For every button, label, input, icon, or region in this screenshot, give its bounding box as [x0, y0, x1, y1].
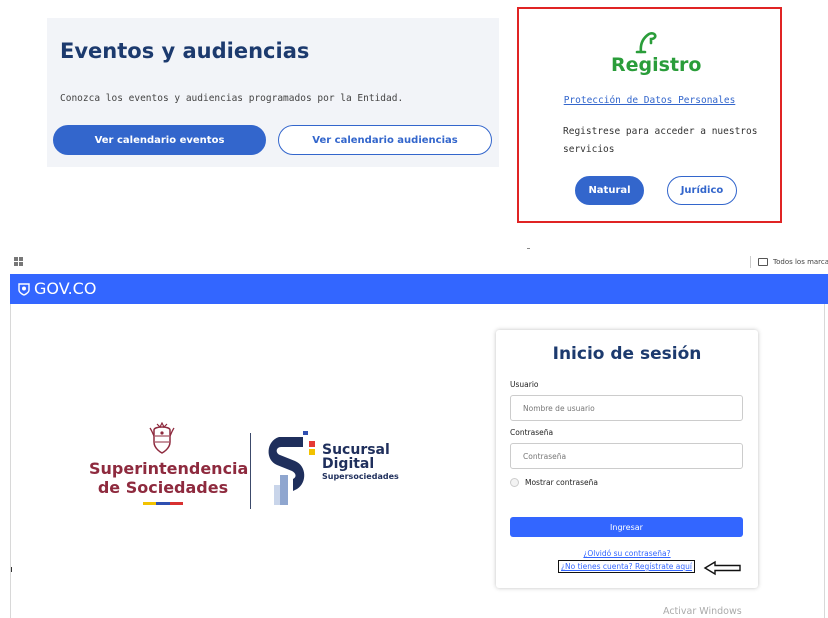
juridico-button[interactable]: Jurídico [667, 176, 737, 205]
apps-grid-icon[interactable] [14, 257, 23, 266]
supersociedades-logo: Superintendencia de Sociedades [89, 422, 249, 512]
edge-mark [11, 567, 12, 572]
view-events-calendar-button[interactable]: Ver calendario eventos [53, 125, 266, 155]
divider-dot [527, 248, 530, 249]
show-password-label: Mostrar contraseña [525, 478, 599, 487]
all-bookmarks-label: Todos los marcadores [773, 258, 828, 266]
view-hearings-calendar-button[interactable]: Ver calendario audiencias [278, 125, 492, 155]
username-label: Usuario [510, 380, 539, 389]
show-password-toggle[interactable]: Mostrar contraseña [510, 478, 598, 487]
register-link[interactable]: ¿No tienes cuenta? Regístrate aquí [558, 560, 696, 573]
registro-text: Registrese para acceder a nuestros servi… [563, 126, 758, 155]
pointer-arrow-icon [703, 560, 741, 576]
gov-label: GOV.CO [34, 279, 97, 298]
gov-header-bar: GOV.CO [10, 274, 828, 304]
bookmarks-separator [750, 256, 751, 268]
password-input[interactable] [510, 443, 743, 469]
browser-screenshot: Todos los marcadores GOV.CO [10, 250, 828, 618]
events-description: Conozca los eventos y audiencias program… [60, 93, 404, 104]
bookmarks-bar: Todos los marcadores [10, 250, 828, 274]
registro-panel: Registro Protección de Datos Personales … [517, 7, 782, 223]
windows-activation-watermark: Activar Windows [663, 606, 742, 617]
events-title: Eventos y audiencias [60, 39, 310, 63]
all-bookmarks-button[interactable]: Todos los marcadores [758, 255, 828, 269]
sucursal-digital-logo: Sucursal Digital Supersociedades [263, 431, 423, 511]
coat-of-arms-icon [149, 422, 175, 454]
natural-button[interactable]: Natural [575, 176, 644, 205]
login-title: Inicio de sesión [552, 344, 702, 364]
supersociedades-line1: Superintendencia [89, 459, 249, 478]
show-password-checkbox[interactable] [510, 478, 519, 487]
supersociedades-line2: de Sociedades [97, 478, 229, 497]
sucursal-s-icon [268, 431, 315, 505]
gov-logo[interactable]: GOV.CO [17, 279, 96, 298]
login-submit-button[interactable]: Ingresar [510, 517, 743, 537]
logo-divider [250, 433, 251, 509]
folder-icon [758, 258, 768, 266]
right-border [824, 304, 825, 618]
privacy-link[interactable]: Protección de Datos Personales [519, 95, 780, 106]
username-input[interactable] [510, 395, 743, 421]
events-panel: Eventos y audiencias Conozca los eventos… [47, 18, 499, 167]
registro-logo: Registro [611, 30, 702, 82]
forgot-password-link[interactable]: ¿Olvidó su contraseña? [496, 549, 758, 558]
gov-shield-icon [18, 282, 30, 296]
password-label: Contraseña [510, 428, 554, 437]
registro-title: Registro [611, 54, 702, 76]
sucursal-line2: Digital [322, 456, 375, 472]
login-card: Inicio de sesión Usuario Contraseña Most… [496, 330, 758, 588]
flag-stripe [143, 502, 183, 505]
registro-pen-icon [635, 32, 657, 54]
page: Eventos y audiencias Conozca los eventos… [0, 0, 828, 618]
sucursal-line3: Supersociedades [322, 472, 399, 481]
